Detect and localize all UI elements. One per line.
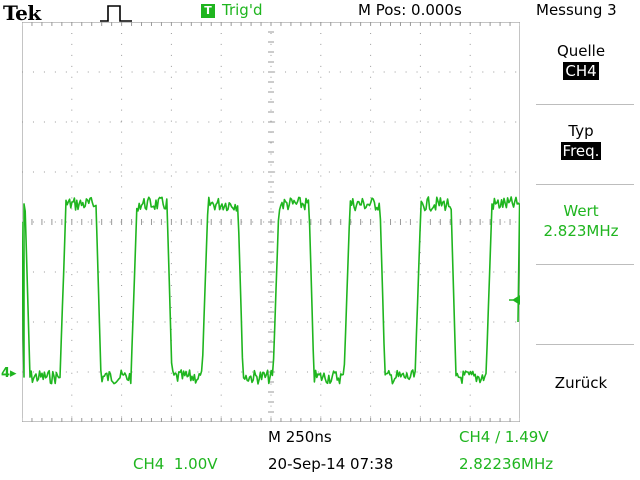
channel-ground-icon: 4▸ [1,367,17,381]
source-label: Quelle [556,42,606,60]
channel-scale-readout: CH4 1.00V [133,455,218,473]
menu-divider [536,344,634,345]
menu-divider [536,184,634,185]
menu-title: Messung 3 [536,1,617,19]
type-value: Freq. [560,142,602,160]
type-label: Typ [568,122,594,140]
trigger-status: Trig'd [222,1,263,19]
value-menu-item: Wert 2.823MHz [522,202,640,240]
back-button[interactable]: Zurück [522,374,640,392]
frequency-readout: 2.82236MHz [459,455,554,473]
value-readout: 2.823MHz [543,222,619,240]
trigger-readout: CH4 ∕ 1.49V [459,428,549,446]
trigger-level-icon [509,295,520,305]
menu-divider [536,264,634,265]
source-value: CH4 [563,62,599,80]
source-menu-item[interactable]: Quelle CH4 [522,42,640,80]
waveform-display [22,22,520,422]
horizontal-position: M Pos: 0.000s [358,1,462,19]
value-label: Wert [563,202,599,220]
channel-marker-arrow: ▸ [10,366,17,381]
timebase-readout: M 250ns [268,428,332,446]
trigger-badge: T [201,4,215,18]
pulse-icon [100,5,132,22]
datetime-readout: 20-Sep-14 07:38 [268,455,394,473]
menu-divider [536,104,634,105]
type-menu-item[interactable]: Typ Freq. [522,122,640,160]
channel-marker-number: 4 [1,366,11,381]
